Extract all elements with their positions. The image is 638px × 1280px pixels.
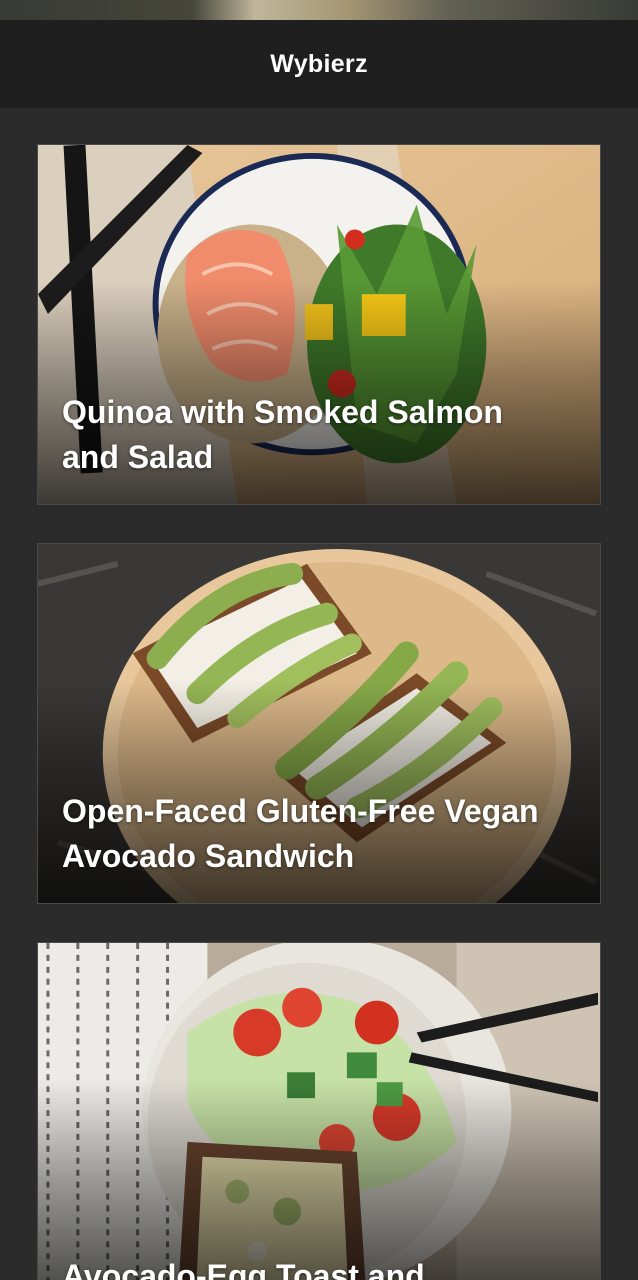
recipe-card-avocado-sandwich[interactable]: Open-Faced Gluten-Free Vegan Avocado San…: [37, 543, 601, 904]
recipe-list[interactable]: Quinoa with Smoked Salmon and Salad Open…: [0, 108, 638, 1280]
recipe-card-quinoa-salmon[interactable]: Quinoa with Smoked Salmon and Salad: [37, 144, 601, 505]
recipe-title: Quinoa with Smoked Salmon and Salad: [62, 394, 503, 475]
recipe-card-egg-toast[interactable]: Avocado-Egg Toast and Vegetable Salad: [37, 942, 601, 1280]
page-title: Wybierz: [270, 49, 368, 78]
title-overlay: [38, 1079, 600, 1280]
top-bar: Wybierz: [0, 20, 638, 108]
previous-card-peek: [0, 0, 638, 20]
recipe-title: Avocado-Egg Toast and Vegetable Salad: [62, 1258, 425, 1280]
recipe-title: Open-Faced Gluten-Free Vegan Avocado San…: [62, 793, 539, 874]
